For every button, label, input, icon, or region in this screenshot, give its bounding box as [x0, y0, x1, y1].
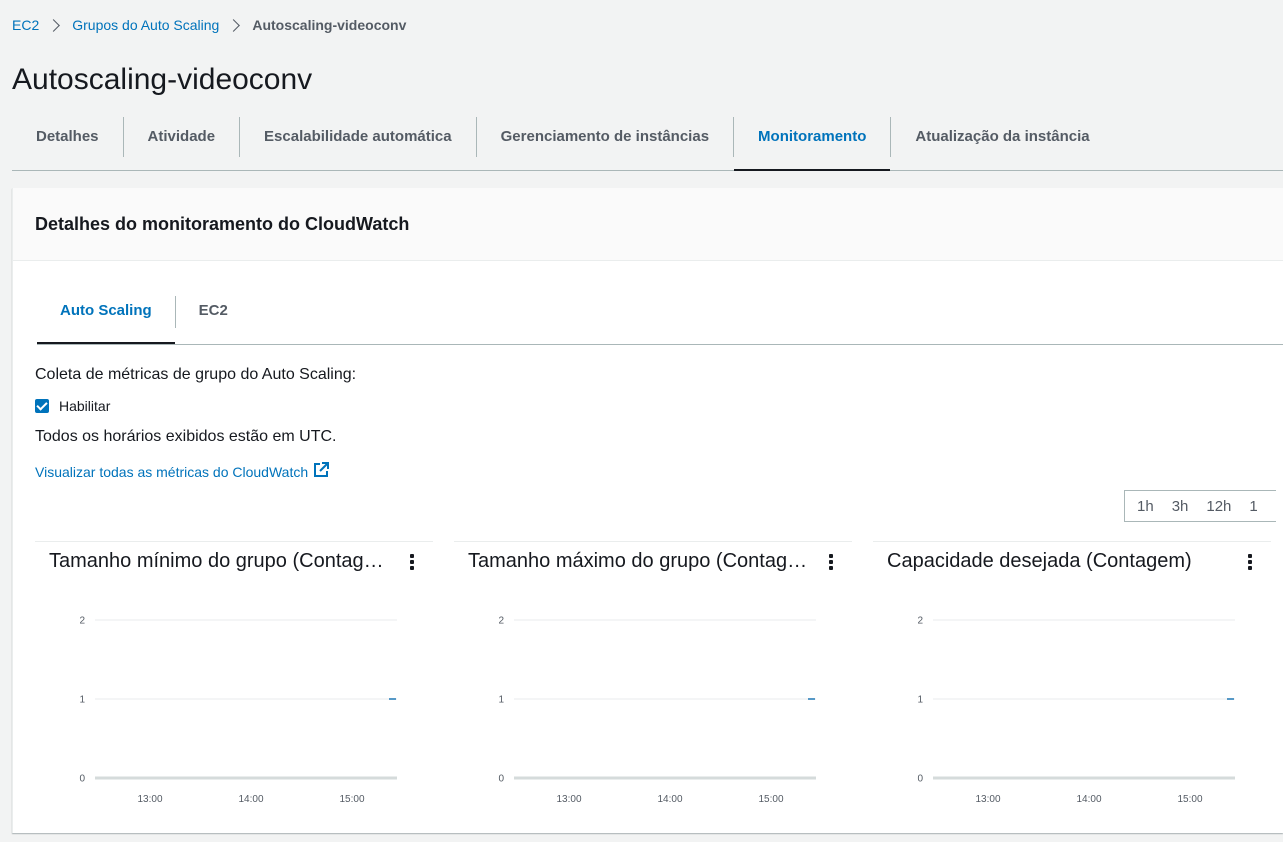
- widget-min-group-size: Tamanho mínimo do grupo (Contag… 2 1 0 13:0…: [35, 541, 433, 842]
- time-range-3h[interactable]: 3h: [1172, 498, 1201, 515]
- enable-metrics-checkbox-row[interactable]: Habilitar: [35, 398, 110, 414]
- widget-desired-capacity: Capacidade desejada (Contagem) 2 1 0 13:00 1…: [873, 541, 1271, 842]
- y-tick-label: 1: [917, 695, 923, 706]
- tab-escalabilidade-automatica[interactable]: Escalabilidade automática: [240, 117, 477, 157]
- time-range-more[interactable]: 1: [1249, 498, 1269, 515]
- chevron-right-icon: [47, 18, 61, 32]
- main-tabs: Detalhes Atividade Escalabilidade automá…: [12, 116, 1283, 171]
- x-tick-label: 15:00: [1177, 794, 1202, 805]
- time-range-12h[interactable]: 12h: [1206, 498, 1243, 515]
- breadcrumb-ec2-link[interactable]: EC2: [12, 17, 39, 33]
- sub-tab-ec2[interactable]: EC2: [176, 296, 251, 328]
- widget-title: Capacidade desejada (Contagem): [887, 550, 1192, 572]
- x-tick-label: 15:00: [339, 794, 364, 805]
- tab-detalhes[interactable]: Detalhes: [12, 117, 124, 157]
- chevron-right-icon: [227, 18, 241, 32]
- tab-atividade[interactable]: Atividade: [124, 117, 241, 157]
- y-tick-label: 0: [498, 774, 504, 785]
- external-link-icon: [313, 462, 330, 481]
- tab-atualizacao-da-instancia[interactable]: Atualização da instância: [891, 117, 1113, 157]
- enable-metrics-label: Habilitar: [59, 398, 111, 414]
- tab-gerenciamento-de-instancias[interactable]: Gerenciamento de instâncias: [477, 117, 735, 157]
- more-vertical-icon[interactable]: [826, 554, 836, 570]
- chart-max-group-size: 2 1 0 13:00 14:00 15:00: [498, 616, 816, 805]
- more-vertical-icon[interactable]: [407, 554, 417, 570]
- x-tick-label: 13:00: [556, 794, 581, 805]
- y-tick-label: 2: [79, 616, 85, 627]
- x-tick-label: 14:00: [1076, 794, 1101, 805]
- metrics-collection-label: Coleta de métricas de grupo do Auto Scal…: [35, 366, 357, 383]
- y-tick-label: 1: [498, 695, 504, 706]
- cloudwatch-monitoring-panel: Detalhes do monitoramento do CloudWatch …: [12, 188, 1283, 833]
- utc-note: Todos os horários exibidos estão em UTC.: [35, 428, 337, 445]
- x-tick-label: 14:00: [238, 794, 263, 805]
- y-tick-label: 2: [498, 616, 504, 627]
- x-tick-label: 13:00: [975, 794, 1000, 805]
- time-range-selector: 1h 3h 12h 1: [1124, 490, 1276, 522]
- y-tick-label: 0: [917, 774, 923, 785]
- x-tick-label: 13:00: [137, 794, 162, 805]
- x-tick-label: 15:00: [758, 794, 783, 805]
- view-all-cloudwatch-metrics-link[interactable]: Visualizar todas as métricas do CloudWat…: [35, 462, 330, 481]
- more-vertical-icon[interactable]: [1245, 554, 1255, 570]
- y-tick-label: 0: [79, 774, 85, 785]
- time-range-1h[interactable]: 1h: [1137, 498, 1166, 515]
- monitoring-sub-tabs: Auto Scaling EC2: [37, 296, 1283, 345]
- sub-tab-auto-scaling[interactable]: Auto Scaling: [37, 296, 176, 344]
- cloudwatch-link-label: Visualizar todas as métricas do CloudWat…: [35, 463, 309, 480]
- chart-desired-capacity: 2 1 0 13:00 14:00 15:00: [917, 616, 1235, 805]
- breadcrumb-current: Autoscaling-videoconv: [252, 17, 407, 33]
- y-tick-label: 1: [79, 695, 85, 706]
- widget-title: Tamanho mínimo do grupo (Contag…: [49, 550, 384, 572]
- chart-min-group-size: 2 1 0 13:00 14:00 15:00: [79, 616, 397, 805]
- page-title: Autoscaling-videoconv: [12, 63, 313, 96]
- enable-metrics-checkbox[interactable]: [35, 399, 49, 413]
- breadcrumb: EC2 Grupos do Auto Scaling Autoscaling-v…: [12, 14, 406, 36]
- widget-title: Tamanho máximo do grupo (Contag…: [468, 550, 808, 572]
- tab-monitoramento[interactable]: Monitoramento: [734, 117, 892, 171]
- breadcrumb-autoscaling-groups-link[interactable]: Grupos do Auto Scaling: [72, 17, 219, 33]
- y-tick-label: 2: [917, 616, 923, 627]
- widget-max-group-size: Tamanho máximo do grupo (Contag… 2 1 0 13:0…: [454, 541, 852, 842]
- x-tick-label: 14:00: [657, 794, 682, 805]
- panel-title: Detalhes do monitoramento do CloudWatch: [35, 213, 410, 234]
- panel-header: Detalhes do monitoramento do CloudWatch: [13, 188, 1283, 261]
